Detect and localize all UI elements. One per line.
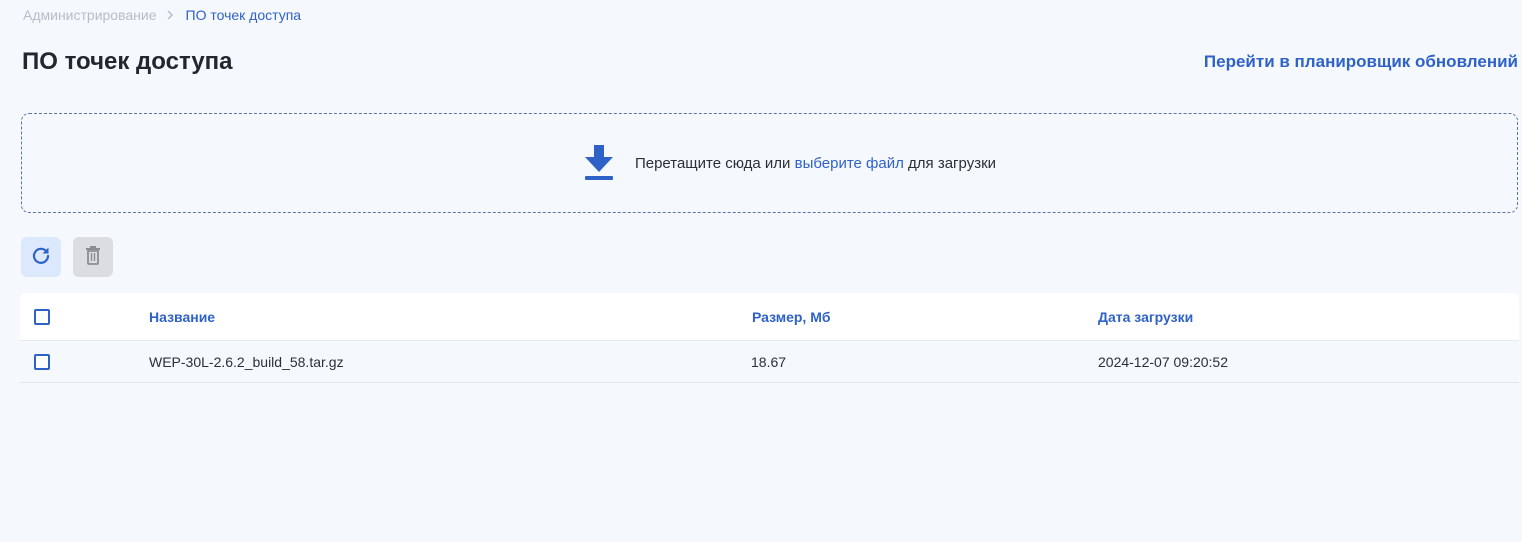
trash-icon [85,245,101,270]
column-header-size[interactable]: Размер, Мб [752,293,831,340]
breadcrumb: Администрирование ПО точек доступа [23,6,301,24]
breadcrumb-root[interactable]: Администрирование [23,7,157,23]
select-all-checkbox[interactable] [34,308,50,325]
upload-date-cell: 2024-12-07 09:20:52 [1098,354,1228,370]
file-name-cell: WEP-30L-2.6.2_build_58.tar.gz [149,354,344,370]
column-header-date[interactable]: Дата загрузки [1098,293,1193,340]
refresh-icon [31,245,51,270]
download-icon [583,143,615,183]
dropzone-text-before: Перетащите сюда или [634,154,795,172]
table-row[interactable]: WEP-30L-2.6.2_build_58.tar.gz 18.67 2024… [20,342,1519,383]
upload-dropzone[interactable]: Перетащите сюда или выберите файл для за… [21,113,1518,213]
column-header-name[interactable]: Название [149,293,215,340]
refresh-button[interactable] [21,237,61,277]
table-header: Название Размер, Мб Дата загрузки [20,293,1519,341]
delete-button[interactable] [73,237,113,277]
page-title: ПО точек доступа [22,48,233,75]
row-checkbox[interactable] [34,354,50,370]
row-select-cell [34,342,50,382]
dropzone-text-after: для загрузки [903,154,997,172]
dropzone-content: Перетащите сюда или выберите файл для за… [583,143,996,183]
choose-file-link[interactable]: выберите файл [795,155,904,172]
file-size-cell: 18.67 [751,354,787,370]
update-scheduler-link[interactable]: Перейти в планировщик обновлений [1204,52,1518,72]
breadcrumb-current: ПО точек доступа [185,7,302,23]
toolbar [21,237,113,277]
dropzone-text: Перетащите сюда или выберите файл для за… [635,155,996,172]
select-all-cell [34,293,50,340]
chevron-right-icon [166,8,174,23]
